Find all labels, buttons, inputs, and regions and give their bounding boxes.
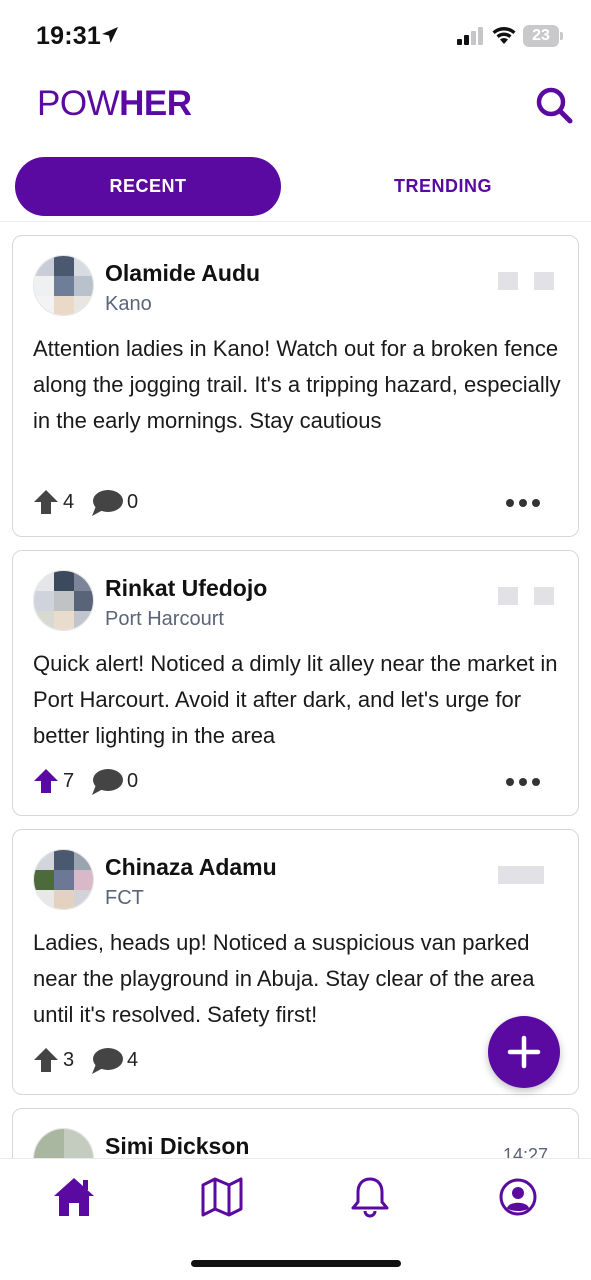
post-feed[interactable]: Olamide Audu Kano Attention ladies in Ka…	[0, 223, 591, 1158]
more-options-icon[interactable]	[506, 778, 540, 788]
feed-tabs: RECENT TRENDING	[0, 156, 591, 222]
app-title-bold: HER	[119, 84, 192, 123]
nav-profile[interactable]	[496, 1175, 540, 1219]
author-name[interactable]: Simi Dickson	[105, 1133, 249, 1158]
post-text: Ladies, heads up! Noticed a suspicious v…	[33, 930, 535, 1027]
nav-map[interactable]	[200, 1175, 244, 1219]
post-text: Attention ladies in Kano! Watch out for …	[33, 336, 561, 433]
author-location: FCT	[105, 887, 144, 909]
app-title-light: POW	[37, 84, 120, 123]
search-button[interactable]	[533, 84, 577, 128]
author-name[interactable]: Rinkat Ufedojo	[105, 575, 267, 602]
author-location: Kano	[105, 293, 152, 315]
search-icon	[536, 87, 573, 124]
upvote-icon[interactable]	[33, 489, 59, 515]
comment-icon[interactable]	[91, 1047, 123, 1075]
post-text: Quick alert! Noticed a dimly lit alley n…	[33, 651, 558, 748]
comment-icon[interactable]	[91, 768, 123, 796]
upvote-icon[interactable]	[33, 1047, 59, 1073]
status-time: 19:31	[36, 22, 101, 50]
user-circle-icon	[499, 1178, 537, 1216]
map-icon	[201, 1177, 243, 1217]
avatar[interactable]	[33, 255, 94, 316]
author-name[interactable]: Olamide Audu	[105, 260, 260, 287]
location-arrow-icon	[102, 27, 118, 43]
plus-icon	[507, 1035, 541, 1069]
add-post-button[interactable]	[488, 1016, 560, 1088]
post-actions: 7 0	[33, 768, 558, 798]
comment-icon[interactable]	[91, 489, 123, 517]
post-time-redacted	[498, 272, 558, 290]
author-name[interactable]: Chinaza Adamu	[105, 854, 277, 881]
upvote-count: 4	[63, 491, 75, 513]
battery-level: 23	[532, 27, 550, 44]
nav-home[interactable]	[52, 1175, 96, 1219]
post-card[interactable]: Rinkat Ufedojo Port Harcourt Quick alert…	[12, 550, 579, 816]
tab-recent[interactable]: RECENT	[15, 157, 281, 216]
post-time: 14:27	[503, 1145, 549, 1158]
post-card[interactable]: Olamide Audu Kano Attention ladies in Ka…	[12, 235, 579, 537]
avatar[interactable]	[33, 1128, 94, 1158]
post-actions: 3 4	[33, 1047, 493, 1077]
app-title: POWHER	[37, 84, 192, 124]
tab-trending[interactable]: TRENDING	[310, 157, 576, 216]
avatar[interactable]	[33, 570, 94, 631]
post-time-redacted	[498, 866, 558, 884]
upvote-count: 3	[63, 1049, 75, 1071]
home-icon	[54, 1178, 94, 1216]
home-indicator[interactable]	[191, 1260, 401, 1267]
avatar[interactable]	[33, 849, 94, 910]
upvote-icon[interactable]	[33, 768, 59, 794]
nav-notifications[interactable]	[348, 1175, 392, 1219]
post-card[interactable]: Simi Dickson 14:27	[12, 1108, 579, 1158]
post-actions: 4 0	[33, 489, 558, 519]
cellular-signal-icon	[457, 27, 483, 45]
battery-indicator: 23	[523, 25, 563, 47]
upvote-count: 7	[63, 770, 75, 792]
author-location: Port Harcourt	[105, 608, 224, 630]
wifi-icon	[492, 27, 516, 44]
bell-icon	[351, 1177, 389, 1218]
more-options-icon[interactable]	[506, 499, 540, 509]
comment-count: 0	[127, 491, 139, 513]
status-bar: 19:31 23	[0, 0, 591, 76]
post-time-redacted	[498, 587, 558, 605]
comment-count: 4	[127, 1049, 139, 1071]
comment-count: 0	[127, 770, 139, 792]
